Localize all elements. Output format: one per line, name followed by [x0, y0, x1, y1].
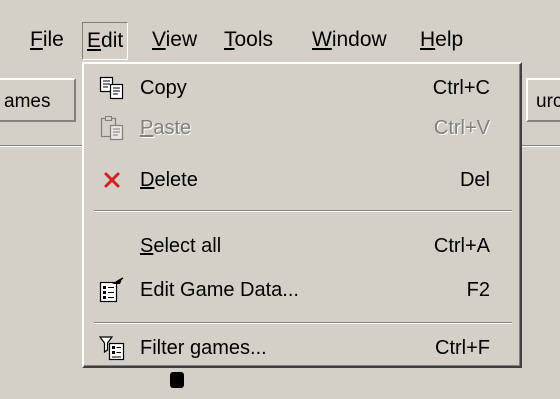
- menu-file[interactable]: File: [26, 22, 68, 58]
- menu-item-select-all-mnemonic: S: [140, 235, 154, 257]
- menu-item-delete-mnemonic: D: [140, 169, 155, 191]
- edit-game-data-icon: [98, 276, 126, 304]
- menu-item-copy-shortcut: Ctrl+C: [432, 77, 490, 99]
- menu-tools[interactable]: Tools: [220, 22, 277, 58]
- menu-view-mnemonic: V: [152, 28, 166, 51]
- tab-right-partial[interactable]: urc: [526, 78, 560, 122]
- menu-item-filter-games-label: Filter games...: [140, 337, 267, 359]
- menu-item-delete-label: Delete: [140, 160, 198, 200]
- menu-help-mnemonic: H: [420, 28, 436, 51]
- menu-item-paste-label: Paste: [140, 108, 191, 148]
- menu-item-select-all-shortcut: Ctrl+A: [433, 235, 490, 257]
- tab-games[interactable]: ames: [0, 78, 76, 122]
- menu-view-label: iew: [165, 28, 198, 51]
- menu-edit-label: dit: [101, 29, 124, 52]
- menu-tools-label: ools: [234, 28, 274, 51]
- menu-item-copy[interactable]: Copy Ctrl+C: [90, 68, 516, 108]
- menu-item-paste-rest: aste: [153, 117, 192, 139]
- background-separator-right: [520, 145, 560, 147]
- menu-window-label: indow: [331, 28, 387, 51]
- filter-icon: [98, 334, 126, 362]
- menu-item-delete-rest: elete: [154, 169, 198, 191]
- menu-item-copy-label: Copy: [140, 77, 187, 99]
- menu-item-paste-shortcut: Ctrl+V: [433, 117, 490, 139]
- menu-separator: [94, 210, 512, 212]
- background-separator-left: [0, 145, 90, 147]
- menu-window[interactable]: Window: [308, 22, 391, 58]
- menu-item-edit-game-data-shortcut: F2: [466, 279, 490, 301]
- delete-icon: [98, 166, 126, 194]
- menu-item-select-all-label: Select all: [140, 226, 221, 266]
- menu-tools-mnemonic: T: [224, 28, 235, 51]
- menu-window-mnemonic: W: [312, 28, 332, 51]
- menu-file-label: ile: [42, 28, 64, 51]
- menu-help-label: elp: [435, 28, 464, 51]
- menu-item-paste: Paste Ctrl+V: [90, 108, 516, 148]
- menu-item-edit-game-data[interactable]: Edit Game Data... F2: [90, 270, 516, 310]
- menu-separator: [94, 322, 512, 324]
- menu-help[interactable]: Help: [416, 22, 467, 58]
- paste-icon: [98, 114, 126, 142]
- menu-item-edit-game-data-label: Edit Game Data...: [140, 279, 299, 301]
- background-cursor-fragment: [170, 372, 184, 388]
- menu-item-delete[interactable]: Delete Del: [90, 160, 516, 200]
- menu-item-select-all-rest: elect all: [153, 235, 222, 257]
- edit-menu-dropdown: Copy Ctrl+C Paste Ctrl+V Delete Del Sele…: [82, 62, 522, 368]
- menu-item-select-all[interactable]: Select all Ctrl+A: [90, 226, 516, 266]
- menu-edit[interactable]: Edit: [82, 22, 129, 60]
- copy-icon: [98, 74, 126, 102]
- menu-item-paste-mnemonic: P: [140, 117, 154, 139]
- menu-item-filter-games-shortcut: Ctrl+F: [435, 337, 490, 359]
- menu-edit-mnemonic: E: [87, 29, 102, 52]
- menu-item-filter-games[interactable]: Filter games... Ctrl+F: [90, 328, 516, 368]
- menu-file-mnemonic: F: [30, 28, 43, 51]
- menu-view[interactable]: View: [148, 22, 201, 58]
- menu-item-delete-shortcut: Del: [459, 169, 490, 191]
